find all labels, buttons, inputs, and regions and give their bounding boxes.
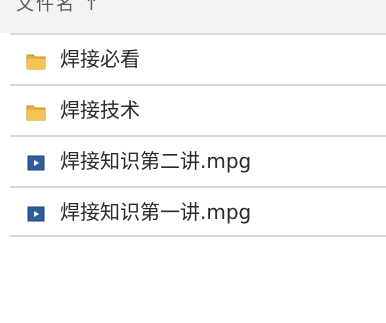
folder-icon [26, 103, 46, 121]
list-item-video[interactable]: 焊接知识第一讲.mpg [10, 186, 386, 237]
column-header-label: 文件名 ↑ [16, 0, 101, 15]
video-file-icon [26, 205, 46, 223]
file-name: 焊接知识第一讲.mpg [60, 200, 252, 224]
video-file-icon [26, 154, 46, 172]
list-item-folder[interactable]: 焊接技术 [10, 84, 386, 135]
list-item-folder[interactable]: 焊接必看 [10, 33, 386, 84]
folder-icon [26, 52, 46, 70]
file-browser: 文件名 ↑ 焊接必看 焊接技术 焊接知识第二讲.mpg 焊接知识第一讲.mpg [0, 0, 386, 323]
list-item-video[interactable]: 焊接知识第二讲.mpg [10, 135, 386, 186]
file-name: 焊接必看 [60, 47, 140, 71]
file-list: 焊接必看 焊接技术 焊接知识第二讲.mpg 焊接知识第一讲.mpg [10, 33, 386, 237]
file-name: 焊接技术 [60, 98, 140, 122]
column-header[interactable]: 文件名 ↑ [0, 0, 386, 33]
file-name: 焊接知识第二讲.mpg [60, 149, 252, 173]
